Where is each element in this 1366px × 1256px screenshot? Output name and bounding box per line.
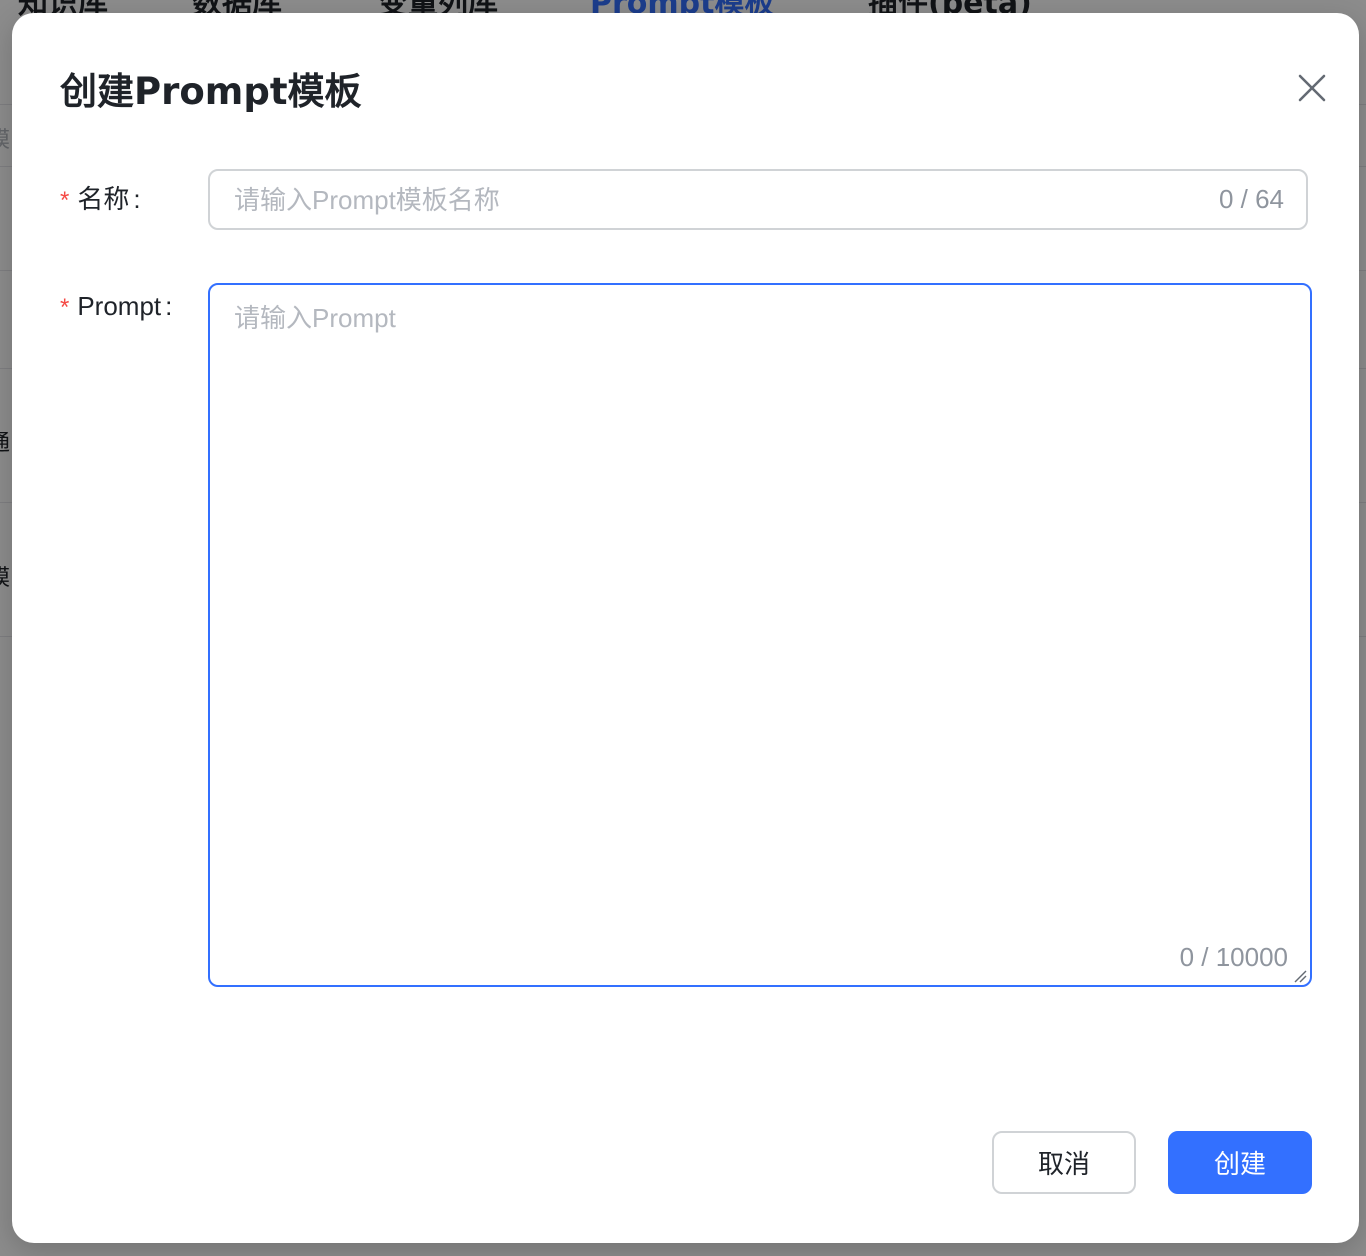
name-field-label: * 名称: [60, 179, 141, 216]
prompt-textarea[interactable] [232, 299, 1286, 923]
cancel-button[interactable]: 取消 [992, 1131, 1136, 1194]
create-prompt-template-dialog: 创建Prompt模板 * 名称: 0 / 64 * Prompt: 0 / 1000… [12, 13, 1359, 1243]
create-button[interactable]: 创建 [1168, 1131, 1312, 1194]
prompt-label-text: Prompt [77, 291, 162, 321]
label-colon: : [165, 291, 173, 321]
required-mark: * [60, 294, 70, 321]
prompt-char-counter: 0 / 10000 [1179, 942, 1288, 972]
name-input[interactable] [232, 171, 1176, 230]
close-icon [1292, 68, 1332, 108]
dialog-title: 创建Prompt模板 [60, 70, 362, 113]
name-field[interactable]: 0 / 64 [208, 169, 1308, 230]
name-label-text: 名称 [77, 184, 130, 214]
required-mark: * [60, 187, 70, 214]
name-char-counter: 0 / 64 [1218, 184, 1284, 214]
prompt-field-label: * Prompt: [60, 291, 172, 322]
label-colon: : [133, 184, 141, 214]
resize-handle-icon[interactable] [1293, 968, 1307, 983]
prompt-field[interactable]: 0 / 10000 [208, 283, 1312, 987]
close-button[interactable] [1292, 68, 1332, 108]
